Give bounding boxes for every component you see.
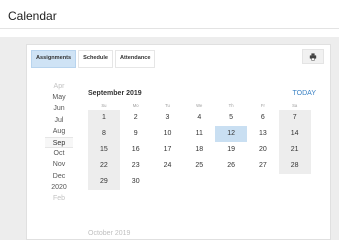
calendar-card: Assignments Schedule Attendance Apr May Ju… bbox=[26, 44, 331, 240]
print-button[interactable] bbox=[302, 49, 324, 64]
day-cell[interactable]: 9 bbox=[120, 126, 152, 142]
view-tabs: Assignments Schedule Attendance bbox=[31, 50, 156, 68]
day-cell[interactable]: 6 bbox=[247, 110, 279, 126]
day-cell[interactable]: 15 bbox=[88, 142, 120, 158]
day-cell[interactable]: 30 bbox=[120, 174, 152, 190]
day-cell[interactable]: 5 bbox=[215, 110, 247, 126]
next-month-label: October 2019 bbox=[88, 230, 131, 237]
day-grid: 1 2 3 4 5 6 7 8 9 10 11 12 13 14 15 16 17 18 19 20 21 22 23 24 2… bbox=[88, 110, 311, 190]
weekday-label: Mo bbox=[132, 103, 139, 108]
month-item[interactable]: Dec bbox=[45, 171, 73, 182]
day-cell[interactable]: 22 bbox=[88, 158, 120, 174]
day-cell[interactable]: 29 bbox=[88, 174, 120, 190]
month-item[interactable]: Jun bbox=[45, 103, 73, 114]
day-cell[interactable]: 18 bbox=[183, 142, 215, 158]
month-item[interactable]: Nov bbox=[45, 159, 73, 170]
page-title: Calendar bbox=[8, 9, 57, 23]
month-item[interactable]: Jul bbox=[45, 115, 73, 126]
day-cell[interactable]: 23 bbox=[120, 158, 152, 174]
day-cell[interactable]: 4 bbox=[183, 110, 215, 126]
tab-assignments[interactable]: Assignments bbox=[31, 50, 77, 68]
month-item[interactable]: May bbox=[45, 92, 73, 103]
month-item[interactable]: Aug bbox=[45, 126, 73, 137]
month-item[interactable]: Sep bbox=[45, 136, 73, 149]
month-item[interactable]: Feb bbox=[45, 193, 73, 204]
month-view-title: September 2019 bbox=[88, 90, 142, 97]
weekday-label: Su bbox=[101, 103, 107, 108]
tab-attendance[interactable]: Attendance bbox=[115, 50, 156, 68]
day-cell[interactable]: 25 bbox=[183, 158, 215, 174]
day-cell[interactable]: 3 bbox=[152, 110, 184, 126]
month-picker: Apr May Jun Jul Aug Sep Oct Nov Dec 2020 Feb bbox=[45, 81, 73, 204]
day-cell[interactable]: 21 bbox=[278, 142, 311, 158]
day-cell[interactable]: 17 bbox=[152, 142, 184, 158]
tab-schedule[interactable]: Schedule bbox=[78, 50, 113, 68]
day-cell[interactable]: 1 bbox=[88, 110, 120, 126]
today-button[interactable]: TODAY bbox=[293, 90, 316, 97]
day-cell[interactable]: 24 bbox=[152, 158, 184, 174]
printer-icon bbox=[309, 52, 317, 61]
day-cell[interactable]: 2 bbox=[120, 110, 152, 126]
day-cell[interactable]: 20 bbox=[247, 142, 279, 158]
calendar-panel: Assignments Schedule Attendance Apr May Ju… bbox=[0, 37, 339, 240]
weekday-header: Su Mo Tu We Th Fr Sa bbox=[88, 103, 311, 108]
day-cell[interactable]: 26 bbox=[215, 158, 247, 174]
day-cell[interactable]: 11 bbox=[183, 126, 215, 142]
weekday-label: Sa bbox=[292, 103, 298, 108]
weekday-label: Th bbox=[228, 103, 234, 108]
day-cell[interactable]: 13 bbox=[247, 126, 279, 142]
weekday-label: We bbox=[196, 103, 203, 108]
day-cell[interactable]: 14 bbox=[278, 126, 311, 142]
day-cell[interactable]: 19 bbox=[215, 142, 247, 158]
day-cell[interactable]: 16 bbox=[120, 142, 152, 158]
day-cell[interactable]: 8 bbox=[88, 126, 120, 142]
day-cell[interactable]: 7 bbox=[278, 110, 311, 126]
day-cell[interactable]: 28 bbox=[278, 158, 311, 174]
month-item[interactable]: Apr bbox=[45, 81, 73, 92]
title-divider bbox=[0, 28, 339, 29]
weekday-label: Fr bbox=[260, 103, 265, 108]
weekday-label: Tu bbox=[165, 103, 170, 108]
day-cell[interactable]: 10 bbox=[152, 126, 184, 142]
day-cell[interactable]: 12 bbox=[215, 126, 247, 142]
day-cell[interactable]: 27 bbox=[247, 158, 279, 174]
month-item[interactable]: Oct bbox=[45, 148, 73, 159]
month-item[interactable]: 2020 bbox=[45, 182, 73, 193]
